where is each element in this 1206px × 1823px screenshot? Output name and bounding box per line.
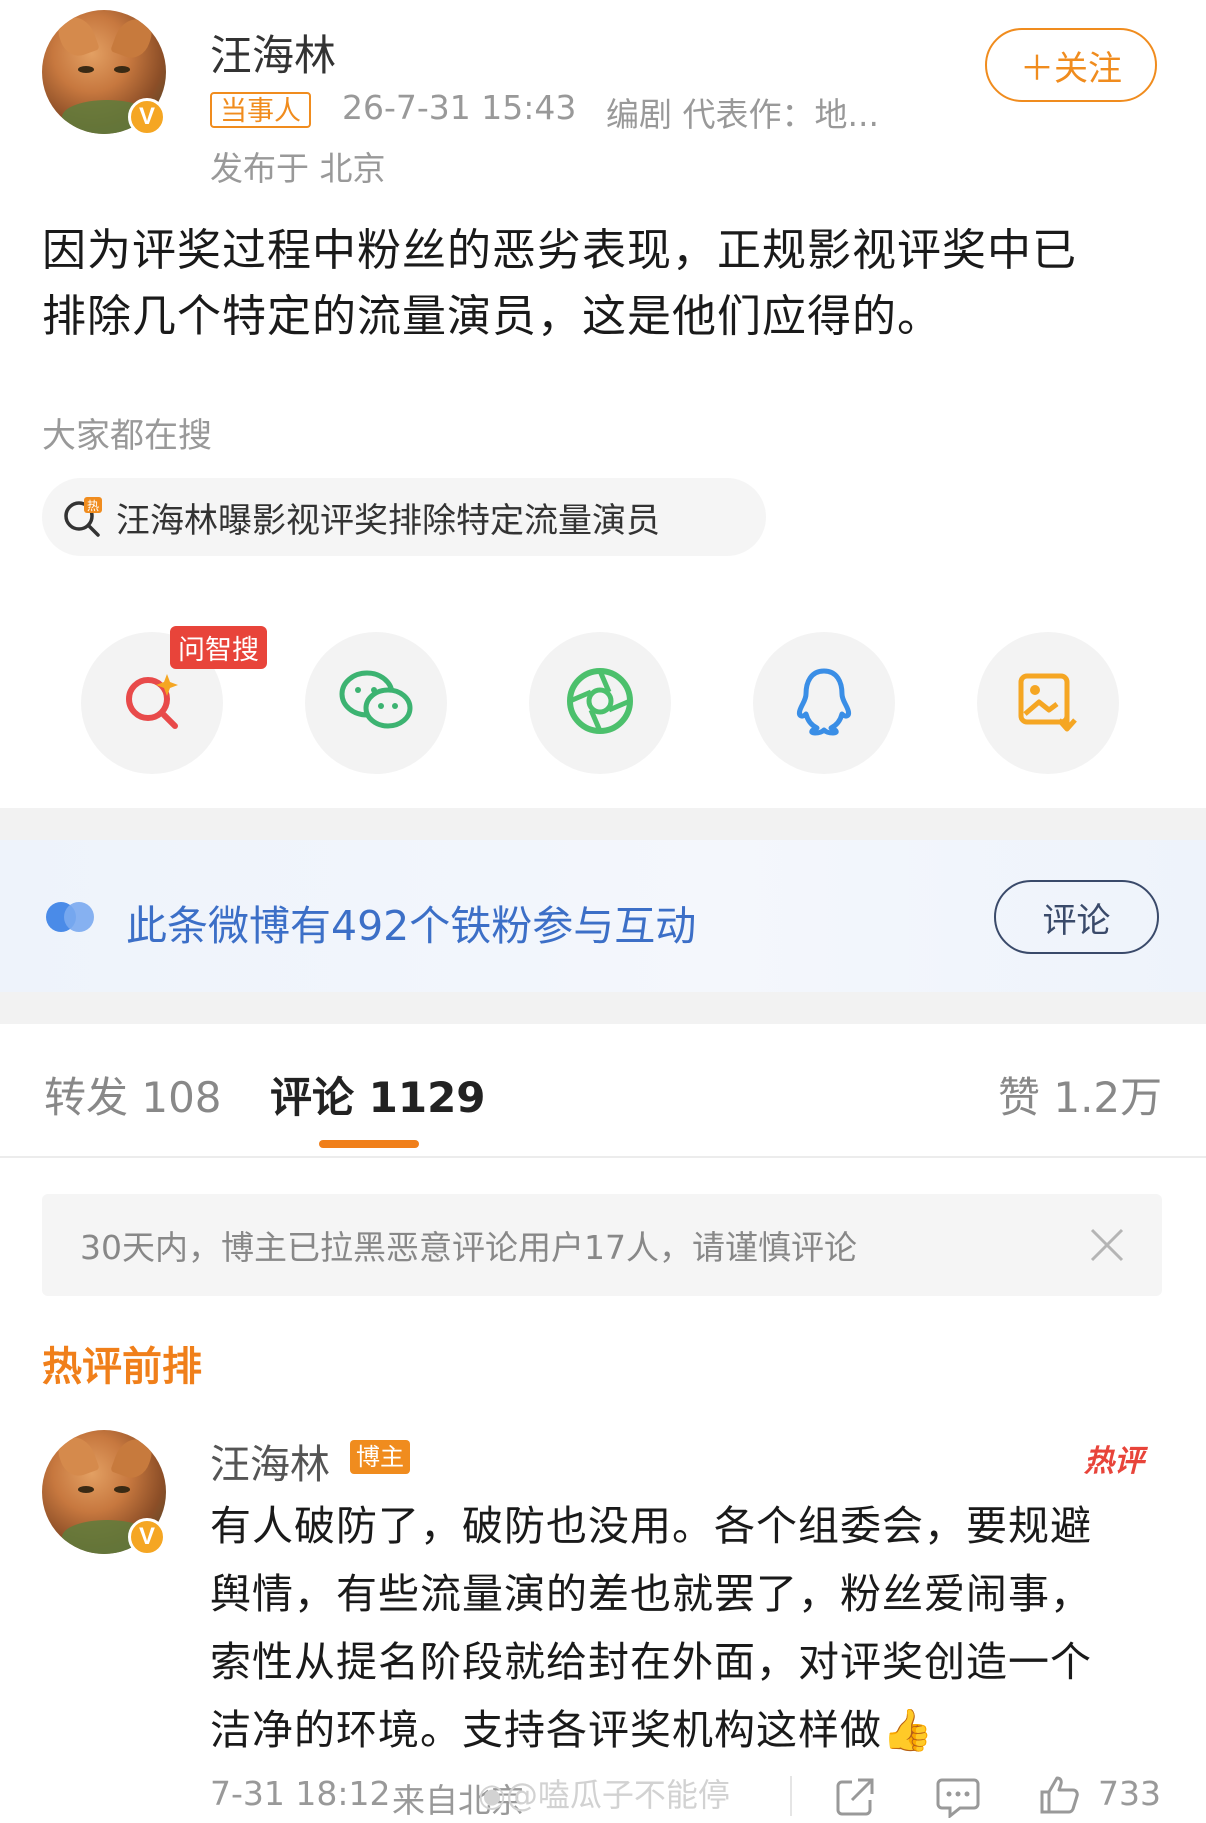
tab-comment[interactable]: 评论 1129 [270, 1064, 486, 1125]
post-location: 发布于 北京 [210, 149, 386, 188]
hot-search-chip[interactable]: 热 汪海林曝影视评奖排除特定流量演员 [42, 478, 766, 556]
comment-notice: 30天内，博主已拉黑恶意评论用户17人，请谨慎评论 [42, 1194, 1162, 1296]
post-timestamp: 26-7-31 15:43 [342, 88, 577, 127]
hot-search-icon: 热 [60, 495, 104, 539]
tab-repost[interactable]: 转发 108 [44, 1064, 222, 1125]
weibo-logo-icon: ◉ [478, 1776, 506, 1814]
svg-text:热: 热 [87, 499, 99, 513]
section-separator [0, 992, 1206, 1024]
footer-divider [790, 1776, 792, 1816]
share-wechat-button[interactable] [305, 632, 447, 774]
comment-line: 索性从提名阶段就给封在外面，对评奖创造一个 [210, 1638, 1092, 1686]
comment-time: 7-31 18:12 [210, 1774, 391, 1813]
active-tab-indicator [319, 1140, 419, 1148]
follow-button[interactable]: ＋关注 [985, 28, 1157, 102]
author-name[interactable]: 汪海林 [210, 22, 336, 83]
section-separator [0, 808, 1206, 840]
post-content-line: 排除几个特定的流量演员，这是他们应得的。 [42, 291, 942, 342]
hot-comment-stamp: 热评 [1084, 1444, 1144, 1479]
save-image-icon [1015, 668, 1081, 738]
close-notice-icon[interactable] [1088, 1226, 1126, 1268]
verified-badge-icon: V [128, 1518, 166, 1556]
wechat-icon [338, 668, 414, 738]
search-ai-icon [117, 666, 187, 740]
tabs-divider [0, 1156, 1206, 1158]
moments-icon [565, 666, 635, 740]
share-comment-icon[interactable] [834, 1776, 876, 1822]
author-description: 编剧 代表作：地... [606, 95, 879, 134]
reply-comment-icon[interactable] [936, 1776, 980, 1822]
commenter-name[interactable]: 汪海林 [210, 1432, 330, 1490]
verified-badge-icon: V [128, 98, 166, 136]
fans-comment-button[interactable]: 评论 [994, 880, 1159, 954]
blogger-tag: 博主 [350, 1440, 410, 1474]
trending-label: 大家都在搜 [42, 416, 212, 456]
qq-icon [793, 666, 855, 740]
share-moments-button[interactable] [529, 632, 671, 774]
watermark: ◉@嗑瓜子不能停 [478, 1776, 730, 1814]
comment-like-count: 733 [1098, 1774, 1161, 1813]
post-content-line: 因为评奖过程中粉丝的恶劣表现，正规影视评奖中已 [42, 225, 1077, 276]
fans-interaction-text[interactable]: 此条微博有492个铁粉参与互动 [126, 892, 696, 952]
tab-like[interactable]: 赞 1.2万 [998, 1064, 1162, 1125]
fans-icon [46, 900, 98, 938]
save-image-button[interactable] [977, 632, 1119, 774]
hot-comments-title: 热评前排 [42, 1344, 202, 1390]
comment-line: 舆情，有些流量演的差也就罢了，粉丝爱闹事， [210, 1570, 1092, 1618]
hot-search-text: 汪海林曝影视评奖排除特定流量演员 [116, 500, 660, 541]
party-tag: 当事人 [210, 92, 311, 128]
like-comment-icon[interactable] [1038, 1774, 1080, 1820]
comment-line: 洁净的环境。支持各评奖机构这样做👍 [210, 1706, 935, 1754]
notice-text: 30天内，博主已拉黑恶意评论用户17人，请谨慎评论 [80, 1228, 857, 1267]
comment-content: 有人破防了，破防也没用。各个组委会，要规避 舆情，有些流量演的差也就罢了，粉丝爱… [210, 1492, 1170, 1764]
comment-line: 有人破防了，破防也没用。各个组委会，要规避 [210, 1502, 1092, 1550]
thumbs-up-emoji-icon: 👍 [882, 1706, 935, 1754]
share-qq-button[interactable] [753, 632, 895, 774]
ai-search-badge: 问智搜 [170, 626, 267, 669]
post-content: 因为评奖过程中粉丝的恶劣表现，正规影视评奖中已 排除几个特定的流量演员，这是他们… [42, 218, 1172, 350]
